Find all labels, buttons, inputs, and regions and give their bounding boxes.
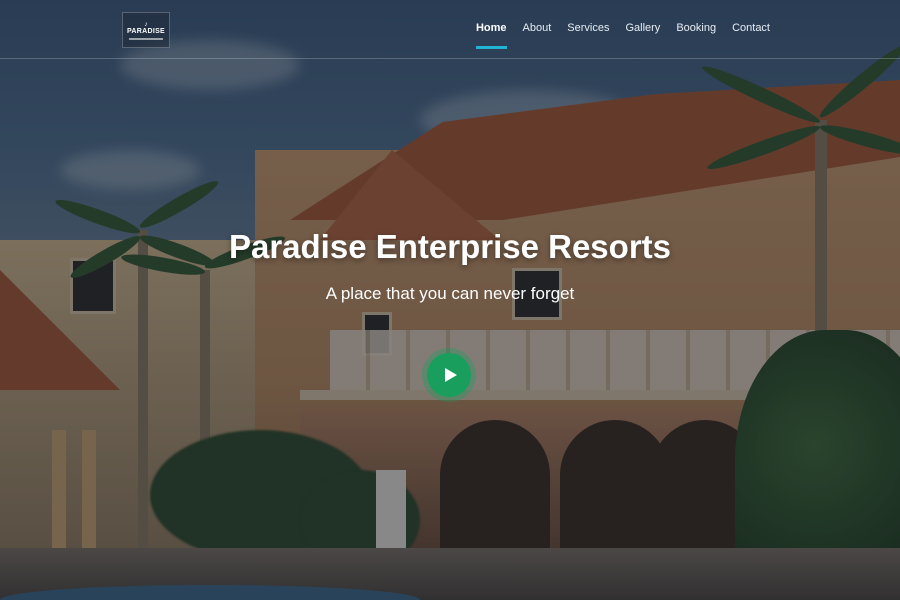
play-icon (445, 368, 457, 382)
top-navbar: ♪ PARADISE Home About Services Gallery B… (0, 0, 900, 59)
hero-subtitle: A place that you can never forget (325, 284, 575, 303)
nav-link-booking[interactable]: Booking (676, 22, 716, 48)
nav-link-gallery[interactable]: Gallery (625, 22, 660, 48)
play-video-button[interactable] (427, 353, 471, 397)
nav-link-home[interactable]: Home (475, 22, 507, 49)
nav-link-contact[interactable]: Contact (732, 22, 770, 48)
main-nav-menu: Home About Services Gallery Booking Cont… (475, 22, 770, 49)
hero-title: Paradise Enterprise Resorts (228, 228, 672, 265)
logo-tagline-line (129, 37, 163, 40)
nav-link-services[interactable]: Services (567, 22, 609, 48)
logo-text: PARADISE (126, 27, 166, 35)
brand-logo[interactable]: ♪ PARADISE (122, 12, 170, 48)
nav-link-about[interactable]: About (523, 22, 552, 48)
logo-mark-icon: ♪ (144, 20, 148, 28)
